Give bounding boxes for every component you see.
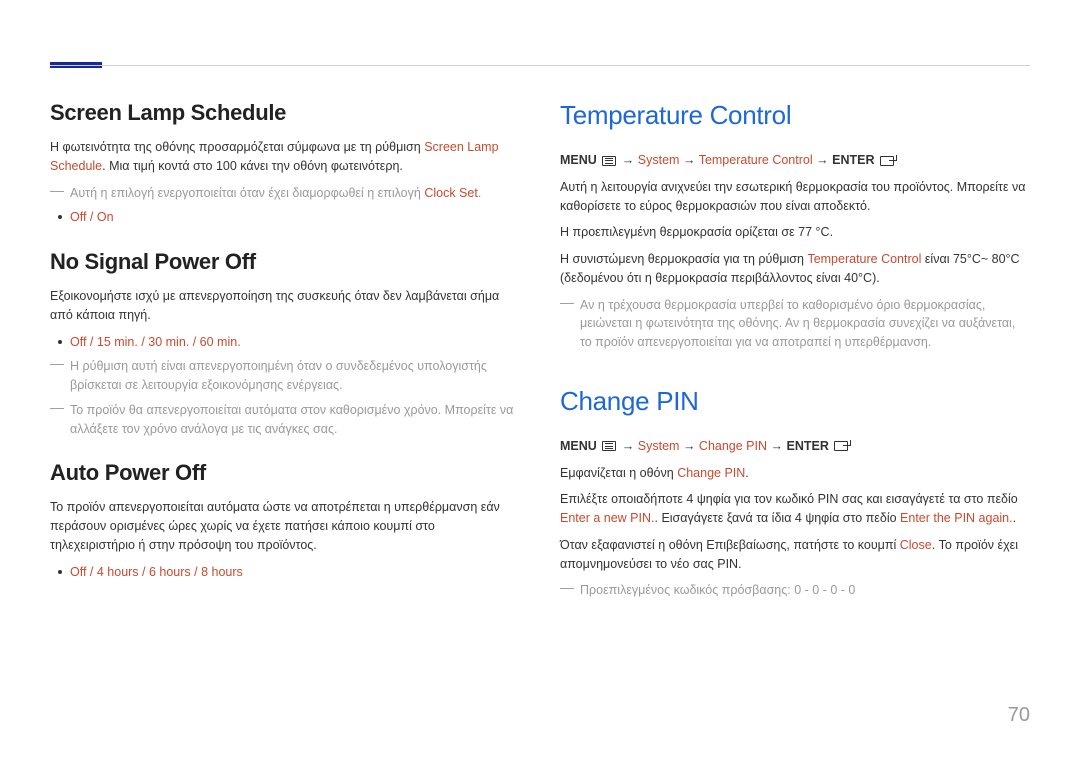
- para-temp-1: Αυτή η λειτουργία ανιχνεύει την εσωτερικ…: [560, 178, 1030, 216]
- text-emphasis-red: Close: [900, 538, 932, 552]
- text-fragment: . Εισαγάγετε ξανά τα ίδια 4 ψηφία στο πε…: [655, 511, 901, 525]
- section-auto-power-off: Auto Power Off Το προϊόν απενεργοποιείτα…: [50, 460, 520, 581]
- heading-no-signal-power-off: No Signal Power Off: [50, 249, 520, 275]
- dash-icon: ―: [50, 399, 64, 439]
- nav-enter-label: ENTER: [832, 153, 874, 167]
- arrow-separator: →: [622, 439, 638, 453]
- section-temperature-control: Temperature Control MENU → System → Temp…: [560, 100, 1030, 352]
- para-temp-3: Η συνιστώμενη θερμοκρασία για τη ρύθμιση…: [560, 250, 1030, 288]
- nav-menu-label: MENU: [560, 153, 597, 167]
- text-fragment: Επιλέξτε οποιαδήποτε 4 ψηφία για τον κωδ…: [560, 492, 1018, 506]
- note-clock-set: ― Αυτή η επιλογή ενεργοποιείται όταν έχε…: [50, 184, 520, 203]
- arrow-separator: →: [816, 153, 832, 167]
- text-fragment: .: [1013, 511, 1016, 525]
- left-column: Screen Lamp Schedule Η φωτεινότητα της ο…: [50, 100, 520, 622]
- nav-change-pin: Change PIN: [699, 439, 767, 453]
- note-no-signal-1: ― Η ρύθμιση αυτή είναι απενεργοποιημένη …: [50, 357, 520, 395]
- text-fragment: Εμφανίζεται η οθόνη: [560, 466, 677, 480]
- nav-menu-label: MENU: [560, 439, 597, 453]
- arrow-separator: →: [683, 153, 699, 167]
- nav-path-temperature: MENU → System → Temperature Control → EN…: [560, 151, 1030, 170]
- nav-system: System: [638, 153, 680, 167]
- dash-icon: ―: [50, 182, 64, 203]
- enter-button-icon: [880, 156, 894, 166]
- nav-path-change-pin: MENU → System → Change PIN → ENTER: [560, 437, 1030, 456]
- text-fragment: .: [745, 466, 748, 480]
- arrow-separator: →: [622, 153, 638, 167]
- option-values: Off / 15 min. / 30 min. / 60 min.: [70, 333, 241, 352]
- note-text: Προεπιλεγμένος κωδικός πρόσβασης: 0 - 0 …: [580, 581, 1030, 600]
- text-emphasis-red: Enter the PIN again.: [900, 511, 1013, 525]
- option-values: Off / 4 hours / 6 hours / 8 hours: [70, 563, 243, 582]
- page-columns: Screen Lamp Schedule Η φωτεινότητα της ο…: [50, 100, 1030, 622]
- text-fragment: Όταν εξαφανιστεί η οθόνη Επιβεβαίωσης, π…: [560, 538, 900, 552]
- text-emphasis-red: Change PIN: [677, 466, 745, 480]
- para-pin-1: Εμφανίζεται η οθόνη Change PIN.: [560, 464, 1030, 483]
- text-emphasis-red: Temperature Control: [807, 252, 921, 266]
- para-temp-2: Η προεπιλεγμένη θερμοκρασία ορίζεται σε …: [560, 223, 1030, 242]
- option-values: Off / On: [70, 208, 114, 227]
- text-fragment: Η φωτεινότητα της οθόνης προσαρμόζεται σ…: [50, 140, 424, 154]
- note-text: Αν η τρέχουσα θερμοκρασία υπερβεί το καθ…: [580, 296, 1030, 352]
- dash-icon: ―: [560, 579, 574, 600]
- dash-icon: ―: [50, 355, 64, 395]
- para-screen-lamp-1: Η φωτεινότητα της οθόνης προσαρμόζεται σ…: [50, 138, 520, 176]
- para-pin-2: Επιλέξτε οποιαδήποτε 4 ψηφία για τον κωδ…: [560, 490, 1030, 528]
- dash-icon: ―: [560, 294, 574, 352]
- bullet-no-signal-options: Off / 15 min. / 30 min. / 60 min.: [50, 333, 520, 352]
- note-no-signal-2: ― Το προϊόν θα απενεργοποιείται αυτόματα…: [50, 401, 520, 439]
- nav-temperature-control: Temperature Control: [699, 153, 813, 167]
- menu-button-icon: [602, 156, 616, 166]
- note-text: Το προϊόν θα απενεργοποιείται αυτόματα σ…: [70, 401, 520, 439]
- right-column: Temperature Control MENU → System → Temp…: [560, 100, 1030, 622]
- nav-enter-label: ENTER: [787, 439, 829, 453]
- section-change-pin: Change PIN MENU → System → Change PIN → …: [560, 386, 1030, 600]
- heading-temperature-control: Temperature Control: [560, 100, 1030, 131]
- text-fragment: .: [478, 186, 481, 200]
- menu-button-icon: [602, 441, 616, 451]
- text-fragment: . Μια τιμή κοντά στο 100 κάνει την οθόνη…: [102, 159, 403, 173]
- text-emphasis-red: Clock Set: [424, 186, 478, 200]
- page-number: 70: [1008, 704, 1030, 727]
- note-default-pin: ― Προεπιλεγμένος κωδικός πρόσβασης: 0 - …: [560, 581, 1030, 600]
- arrow-separator: →: [683, 439, 699, 453]
- bullet-auto-power-options: Off / 4 hours / 6 hours / 8 hours: [50, 563, 520, 582]
- enter-button-icon: [834, 441, 848, 451]
- heading-auto-power-off: Auto Power Off: [50, 460, 520, 486]
- para-no-signal-1: Εξοικονομήστε ισχύ με απενεργοποίηση της…: [50, 287, 520, 325]
- bullet-icon: [58, 215, 62, 219]
- section-screen-lamp-schedule: Screen Lamp Schedule Η φωτεινότητα της ο…: [50, 100, 520, 227]
- page-horizontal-rule: [50, 65, 1030, 66]
- heading-change-pin: Change PIN: [560, 386, 1030, 417]
- heading-screen-lamp-schedule: Screen Lamp Schedule: [50, 100, 520, 126]
- text-emphasis-red: Enter a new PIN.: [560, 511, 655, 525]
- para-auto-power-1: Το προϊόν απενεργοποιείται αυτόματα ώστε…: [50, 498, 520, 554]
- bullet-icon: [58, 570, 62, 574]
- text-fragment: Η συνιστώμενη θερμοκρασία για τη ρύθμιση: [560, 252, 807, 266]
- nav-system: System: [638, 439, 680, 453]
- bullet-off-on: Off / On: [50, 208, 520, 227]
- bullet-icon: [58, 340, 62, 344]
- para-pin-3: Όταν εξαφανιστεί η οθόνη Επιβεβαίωσης, π…: [560, 536, 1030, 574]
- note-temp-1: ― Αν η τρέχουσα θερμοκρασία υπερβεί το κ…: [560, 296, 1030, 352]
- note-text: Αυτή η επιλογή ενεργοποιείται όταν έχει …: [70, 184, 520, 203]
- text-fragment: Αυτή η επιλογή ενεργοποιείται όταν έχει …: [70, 186, 424, 200]
- arrow-separator: →: [771, 439, 787, 453]
- note-text: Η ρύθμιση αυτή είναι απενεργοποιημένη ότ…: [70, 357, 520, 395]
- section-no-signal-power-off: No Signal Power Off Εξοικονομήστε ισχύ μ…: [50, 249, 520, 438]
